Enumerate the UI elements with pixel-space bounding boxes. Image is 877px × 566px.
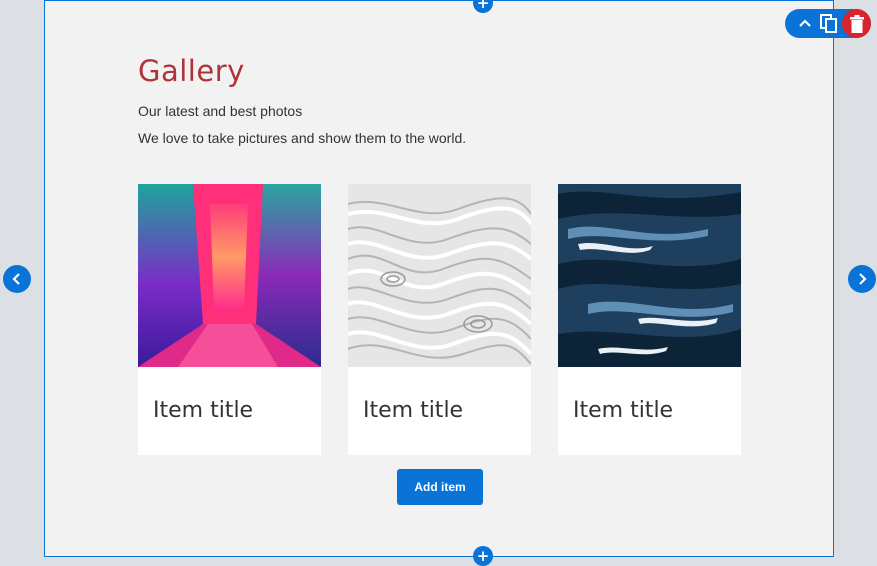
gallery-item[interactable]: Item title xyxy=(558,184,741,455)
gallery-item-title[interactable]: Item title xyxy=(363,398,463,423)
gallery-item-title[interactable]: Item title xyxy=(573,398,673,423)
copy-icon xyxy=(820,13,837,33)
gallery-title: Gallery xyxy=(138,54,245,88)
trash-icon xyxy=(849,14,864,33)
add-section-above-button[interactable]: + xyxy=(473,0,493,13)
plus-icon: + xyxy=(476,546,490,565)
chevron-up-icon xyxy=(799,18,811,27)
delete-button[interactable] xyxy=(842,9,871,38)
chevron-right-icon xyxy=(859,273,867,285)
add-section-below-button[interactable]: + xyxy=(473,546,493,566)
plus-icon: + xyxy=(476,0,490,12)
gallery-subtitle: Our latest and best photos xyxy=(138,103,303,119)
gallery-description: We love to take pictures and show them t… xyxy=(138,130,467,146)
gallery-item-image[interactable] xyxy=(348,184,531,367)
gallery-item-title[interactable]: Item title xyxy=(153,398,253,423)
add-item-button[interactable]: Add item xyxy=(397,469,483,505)
chevron-left-icon xyxy=(12,273,20,285)
gallery-item-image[interactable] xyxy=(138,184,321,367)
gallery-item-image[interactable] xyxy=(558,184,741,367)
next-button[interactable] xyxy=(848,265,876,293)
previous-button[interactable] xyxy=(3,265,31,293)
gallery-item[interactable]: Item title xyxy=(348,184,531,455)
duplicate-button[interactable] xyxy=(815,9,843,38)
section-toolbar xyxy=(785,9,871,38)
gallery-item[interactable]: Item title xyxy=(138,184,321,455)
